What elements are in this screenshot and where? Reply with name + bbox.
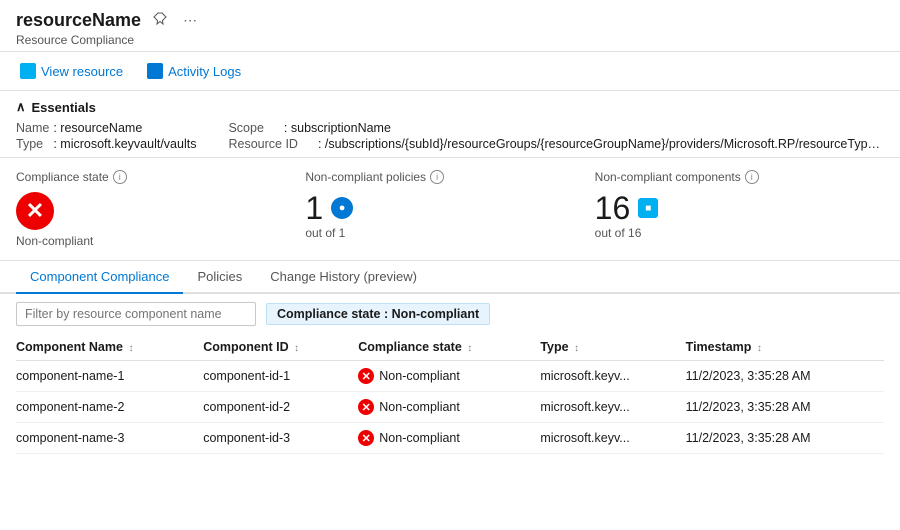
cell-component-id-2: component-id-3 bbox=[203, 423, 358, 454]
compliance-state-stat: Compliance state i ✕ Non-compliant bbox=[16, 170, 305, 248]
essentials-section: ∧ Essentials Name : resourceName Scope :… bbox=[0, 91, 900, 158]
cell-compliance-state-0: ✕ Non-compliant bbox=[358, 361, 540, 392]
col-compliance-state: Compliance state ↕ bbox=[358, 334, 540, 361]
noncompliant-policies-stat: Non-compliant policies i 1 ● out of 1 bbox=[305, 170, 594, 248]
compliance-x-icon-0: ✕ bbox=[358, 368, 374, 384]
cell-timestamp-0: 11/2/2023, 3:35:28 AM bbox=[686, 361, 884, 392]
view-resource-button[interactable]: View resource bbox=[16, 60, 127, 82]
noncompliant-x-icon: ✕ bbox=[16, 192, 54, 230]
page-subtitle: Resource Compliance bbox=[16, 33, 884, 47]
cell-component-name-0: component-name-1 bbox=[16, 361, 203, 392]
activity-logs-label: Activity Logs bbox=[168, 64, 241, 79]
compliance-state-value: Non-compliant bbox=[16, 234, 281, 248]
table-row: component-name-2 component-id-2 ✕ Non-co… bbox=[16, 392, 884, 423]
cell-compliance-state-2: ✕ Non-compliant bbox=[358, 423, 540, 454]
view-resource-label: View resource bbox=[41, 64, 123, 79]
col-type-sort-icon[interactable]: ↕ bbox=[574, 343, 579, 354]
compliance-state-text-0: Non-compliant bbox=[379, 369, 460, 383]
filter-badge-label: Compliance state bbox=[277, 307, 381, 321]
cell-component-id-0: component-id-1 bbox=[203, 361, 358, 392]
essentials-title: Essentials bbox=[32, 100, 96, 115]
cell-component-name-1: component-name-2 bbox=[16, 392, 203, 423]
component-filter-input[interactable] bbox=[16, 302, 256, 326]
cell-type-0: microsoft.keyv... bbox=[540, 361, 685, 392]
cell-type-2: microsoft.keyv... bbox=[540, 423, 685, 454]
cell-component-name-2: component-name-3 bbox=[16, 423, 203, 454]
filter-badge-separator: : bbox=[384, 307, 388, 321]
scope-label: Scope bbox=[228, 121, 267, 135]
component-icon: ■ bbox=[638, 198, 658, 218]
cell-timestamp-2: 11/2/2023, 3:35:28 AM bbox=[686, 423, 884, 454]
compliance-state-text-1: Non-compliant bbox=[379, 400, 460, 414]
col-component-id: Component ID ↕ bbox=[203, 334, 358, 361]
compliance-state-text-2: Non-compliant bbox=[379, 431, 460, 445]
type-value: : microsoft.keyvault/vaults bbox=[53, 137, 228, 151]
table-header-row: Component Name ↕ Component ID ↕ Complian… bbox=[16, 334, 884, 361]
cell-timestamp-1: 11/2/2023, 3:35:28 AM bbox=[686, 392, 884, 423]
noncompliant-components-out-of: out of 16 bbox=[595, 226, 860, 240]
cell-type-1: microsoft.keyv... bbox=[540, 392, 685, 423]
pin-button[interactable] bbox=[149, 10, 171, 31]
resource-id-label: Resource ID bbox=[228, 137, 301, 151]
policy-icon: ● bbox=[331, 197, 353, 219]
tabs-row: Component Compliance Policies Change His… bbox=[0, 261, 900, 294]
noncompliant-components-label: Non-compliant components bbox=[595, 170, 741, 184]
noncompliant-policies-info-icon[interactable]: i bbox=[430, 170, 444, 184]
cell-component-id-1: component-id-2 bbox=[203, 392, 358, 423]
component-table: Component Name ↕ Component ID ↕ Complian… bbox=[16, 334, 884, 454]
col-compliance-state-sort-icon[interactable]: ↕ bbox=[467, 343, 472, 354]
compliance-x-icon-2: ✕ bbox=[358, 430, 374, 446]
scope-value: : subscriptionName bbox=[284, 121, 391, 135]
essentials-grid: Name : resourceName Scope : subscription… bbox=[16, 121, 884, 151]
tab-policies[interactable]: Policies bbox=[183, 261, 256, 294]
compliance-filter-badge: Compliance state : Non-compliant bbox=[266, 303, 490, 325]
component-table-container: Component Name ↕ Component ID ↕ Complian… bbox=[0, 334, 900, 454]
col-timestamp-sort-icon[interactable]: ↕ bbox=[757, 343, 762, 354]
col-component-name-sort-icon[interactable]: ↕ bbox=[128, 343, 133, 354]
type-label: Type bbox=[16, 137, 53, 151]
activity-logs-button[interactable]: Activity Logs bbox=[143, 60, 245, 82]
essentials-chevron-icon: ∧ bbox=[16, 99, 26, 115]
activity-logs-icon bbox=[147, 63, 163, 79]
page-header: resourceName ⋯ Resource Compliance bbox=[0, 0, 900, 52]
compliance-state-label: Compliance state bbox=[16, 170, 109, 184]
col-component-id-sort-icon[interactable]: ↕ bbox=[294, 343, 299, 354]
essentials-toggle[interactable]: ∧ Essentials bbox=[16, 99, 884, 115]
name-label: Name bbox=[16, 121, 53, 135]
table-row: component-name-1 component-id-1 ✕ Non-co… bbox=[16, 361, 884, 392]
stats-row: Compliance state i ✕ Non-compliant Non-c… bbox=[0, 158, 900, 261]
cell-compliance-state-1: ✕ Non-compliant bbox=[358, 392, 540, 423]
col-component-name: Component Name ↕ bbox=[16, 334, 203, 361]
view-resource-icon bbox=[20, 63, 36, 79]
more-button[interactable]: ⋯ bbox=[179, 10, 201, 31]
noncompliant-policies-label: Non-compliant policies bbox=[305, 170, 426, 184]
filter-badge-value: Non-compliant bbox=[392, 307, 480, 321]
tab-change-history[interactable]: Change History (preview) bbox=[256, 261, 431, 294]
col-type: Type ↕ bbox=[540, 334, 685, 361]
tab-component-compliance[interactable]: Component Compliance bbox=[16, 261, 183, 294]
compliance-x-icon-1: ✕ bbox=[358, 399, 374, 415]
filter-row: Compliance state : Non-compliant bbox=[0, 294, 900, 334]
resource-id-value: : /subscriptions/{subId}/resourceGroups/… bbox=[318, 137, 884, 151]
table-row: component-name-3 component-id-3 ✕ Non-co… bbox=[16, 423, 884, 454]
noncompliant-policies-out-of: out of 1 bbox=[305, 226, 570, 240]
noncompliant-components-info-icon[interactable]: i bbox=[745, 170, 759, 184]
noncompliant-policies-count: 1 bbox=[305, 192, 323, 224]
resource-name-title: resourceName bbox=[16, 10, 141, 31]
noncompliant-components-stat: Non-compliant components i 16 ■ out of 1… bbox=[595, 170, 884, 248]
toolbar: View resource Activity Logs bbox=[0, 52, 900, 91]
noncompliant-components-count: 16 bbox=[595, 192, 631, 224]
name-value: : resourceName bbox=[53, 121, 228, 135]
col-timestamp: Timestamp ↕ bbox=[686, 334, 884, 361]
compliance-state-info-icon[interactable]: i bbox=[113, 170, 127, 184]
